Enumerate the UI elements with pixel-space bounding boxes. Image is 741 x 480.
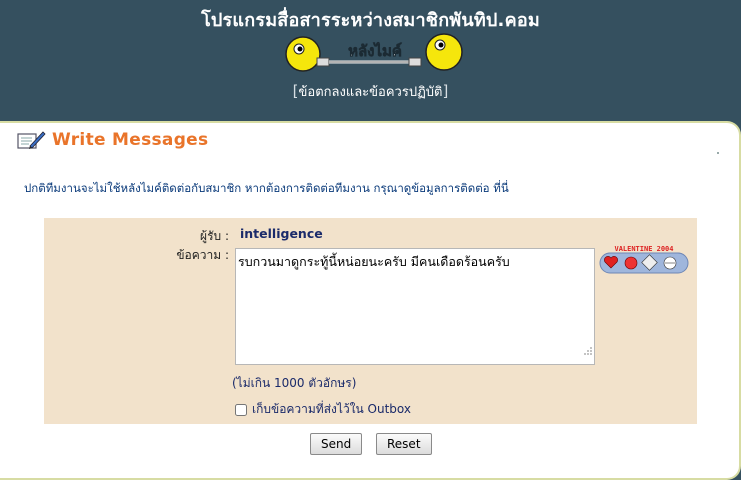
message-textarea[interactable]: รบกวนมาดูกระทู้นี้หน่อยนะครับ มีคนเดือดร… xyxy=(235,248,595,365)
save-outbox-option[interactable]: เก็บข้อความที่ส่งไว้ใน Outbox xyxy=(235,400,411,419)
contact-here-link[interactable]: ที่นี่ xyxy=(493,181,508,195)
lang-mic-logo: หลังไมค์ xyxy=(285,33,463,72)
site-title: โปรแกรมสื่อสารระหว่างสมาชิกพันทิป.คอม xyxy=(201,10,540,31)
send-button[interactable]: Send xyxy=(310,433,363,455)
site-header: โปรแกรมสื่อสารระหว่างสมาชิกพันทิป.คอม หล… xyxy=(0,0,741,122)
message-label: ข้อความ : xyxy=(176,248,229,262)
save-outbox-label: เก็บข้อความที่ส่งไว้ใน Outbox xyxy=(252,402,411,416)
terms-link[interactable]: ข้อตกลงและข้อควรปฏิบัติ xyxy=(299,85,443,100)
valentine-badge-text: VALENTINE 2004 xyxy=(614,245,673,253)
terms-link-wrapper: [ข้อตกลงและข้อควรปฏิบัติ] xyxy=(292,82,449,100)
save-outbox-checkbox[interactable] xyxy=(235,403,247,416)
panel-title-text: Write Messages xyxy=(52,130,209,150)
valentine-badge-icon: VALENTINE 2004 xyxy=(599,245,689,274)
write-icon xyxy=(17,131,46,149)
logo-text: หลังไมค์ xyxy=(348,41,402,60)
write-messages-panel: Write Messages ปกติทีมงานจะไม่ใช้หลังไมค… xyxy=(0,121,741,480)
resize-grip-icon[interactable] xyxy=(583,346,593,356)
compose-form: ผู้รับ : intelligence ข้อความ : รบกวนมาด… xyxy=(44,218,697,424)
recipient-label: ผู้รับ : xyxy=(200,229,229,243)
contact-notice: ปกติทีมงานจะไม่ใช้หลังไมค์ติดต่อกับสมาชิ… xyxy=(24,180,509,198)
reset-button[interactable]: Reset xyxy=(376,433,432,455)
panel-title: Write Messages xyxy=(16,128,208,152)
recipient-value: intelligence xyxy=(240,226,323,241)
character-limit-note: (ไม่เกิน 1000 ตัวอักษร) xyxy=(232,376,357,390)
notice-text: ปกติทีมงานจะไม่ใช้หลังไมค์ติดต่อกับสมาชิ… xyxy=(24,181,490,195)
